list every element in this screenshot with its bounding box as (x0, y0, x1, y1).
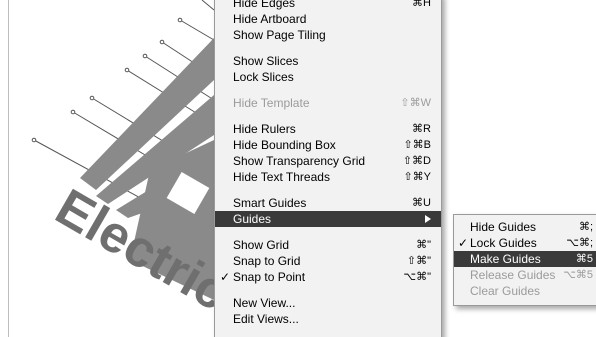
menu-item-label: Hide Bounding Box (233, 138, 336, 152)
menu-item-label: Smart Guides (233, 196, 307, 210)
menu-item-shortcut: ⌥⌘; (566, 237, 593, 249)
menu-item-guides[interactable]: Guides (215, 211, 441, 227)
menu-item-shortcut: ⇧⌘W (400, 97, 431, 109)
menu-item-shortcut: ⇧⌘Y (403, 171, 431, 183)
menu-item-label: Snap to Grid (233, 254, 301, 268)
menu-item-hide-bounding-box[interactable]: Hide Bounding Box ⇧⌘B (215, 137, 441, 153)
menu-item-shortcut: ⌘R (412, 123, 431, 135)
menu-item-release-guides[interactable]: Release Guides ⌥⌘5 (454, 267, 596, 283)
view-menu[interactable]: Hide Edges ⌘H Hide Artboard Show Page Tilin… (214, 0, 442, 337)
menu-item-label: Clear Guides (470, 284, 541, 298)
menu-item-hide-template[interactable]: Hide Template ⇧⌘W (215, 95, 441, 111)
menu-item-label: New View... (233, 296, 296, 310)
menu-item-snap-to-point[interactable]: ✓ Snap to Point ⌥⌘" (215, 269, 441, 285)
menu-item-label: Snap to Point (233, 270, 306, 284)
menu-item-hide-guides[interactable]: Hide Guides ⌘; (454, 219, 596, 235)
menu-item-shortcut: ⇧⌘" (406, 255, 431, 267)
menu-item-label: Hide Text Threads (233, 170, 330, 184)
menu-item-edit-views[interactable]: Edit Views... (215, 311, 441, 327)
menu-item-shortcut: ⌘; (578, 221, 593, 233)
menu-item-shortcut: ⌥⌘" (403, 271, 431, 283)
menu-item-label: Hide Artboard (233, 12, 307, 26)
menu-item-clear-guides[interactable]: Clear Guides (454, 283, 596, 299)
menu-item-make-guides[interactable]: Make Guides ⌘5 (454, 251, 596, 267)
menu-item-label: Lock Slices (233, 70, 294, 84)
menu-item-lock-slices[interactable]: Lock Slices (215, 69, 441, 85)
menu-item-label: Show Slices (233, 54, 299, 68)
menu-item-hide-artboard[interactable]: Hide Artboard (215, 11, 441, 27)
menu-item-label: Lock Guides (470, 236, 537, 250)
document-canvas[interactable]: Electric Hide Edges ⌘H Hide Artboard Show P… (0, 0, 596, 337)
menu-item-smart-guides[interactable]: Smart Guides ⌘U (215, 195, 441, 211)
checkmark-icon: ✓ (458, 236, 469, 250)
menu-item-show-transparency-grid[interactable]: Show Transparency Grid ⇧⌘D (215, 153, 441, 169)
menu-item-shortcut: ⌘U (412, 197, 431, 209)
menu-item-label: Hide Rulers (233, 122, 296, 136)
menu-item-hide-edges[interactable]: Hide Edges ⌘H (215, 0, 441, 11)
menu-item-hide-text-threads[interactable]: Hide Text Threads ⇧⌘Y (215, 169, 441, 185)
guides-submenu[interactable]: Hide Guides ⌘; ✓ Lock Guides ⌥⌘; Make Guides ⌘… (453, 214, 596, 306)
menu-item-label: Hide Edges (233, 0, 296, 10)
menu-item-shortcut: ⇧⌘B (403, 139, 431, 151)
menu-item-lock-guides[interactable]: ✓ Lock Guides ⌥⌘; (454, 235, 596, 251)
menu-item-label: Show Grid (233, 238, 290, 252)
menu-item-shortcut: ⇧⌘D (402, 155, 431, 167)
menu-item-new-view[interactable]: New View... (215, 295, 441, 311)
menu-item-label: Hide Guides (470, 220, 537, 234)
menu-item-shortcut: ⌘H (412, 0, 431, 9)
menu-item-shortcut: ⌘" (416, 239, 431, 251)
menu-item-label: Show Page Tiling (233, 28, 326, 42)
menu-item-shortcut: ⌥⌘5 (563, 269, 593, 281)
menu-item-label: Release Guides (470, 268, 556, 282)
menu-item-label: Make Guides (470, 252, 541, 266)
menu-item-show-slices[interactable]: Show Slices (215, 53, 441, 69)
menu-item-label: Guides (233, 212, 272, 226)
checkmark-icon: ✓ (220, 270, 231, 284)
menu-item-snap-to-grid[interactable]: Snap to Grid ⇧⌘" (215, 253, 441, 269)
menu-item-label: Edit Views... (233, 312, 299, 326)
menu-item-label: Hide Template (233, 96, 310, 110)
menu-item-label: Show Transparency Grid (233, 154, 366, 168)
menu-item-shortcut: ⌘5 (575, 253, 593, 265)
menu-item-hide-rulers[interactable]: Hide Rulers ⌘R (215, 121, 441, 137)
menu-item-show-page-tiling[interactable]: Show Page Tiling (215, 27, 441, 43)
menu-item-show-grid[interactable]: Show Grid ⌘" (215, 237, 441, 253)
submenu-arrow-icon (425, 215, 431, 223)
